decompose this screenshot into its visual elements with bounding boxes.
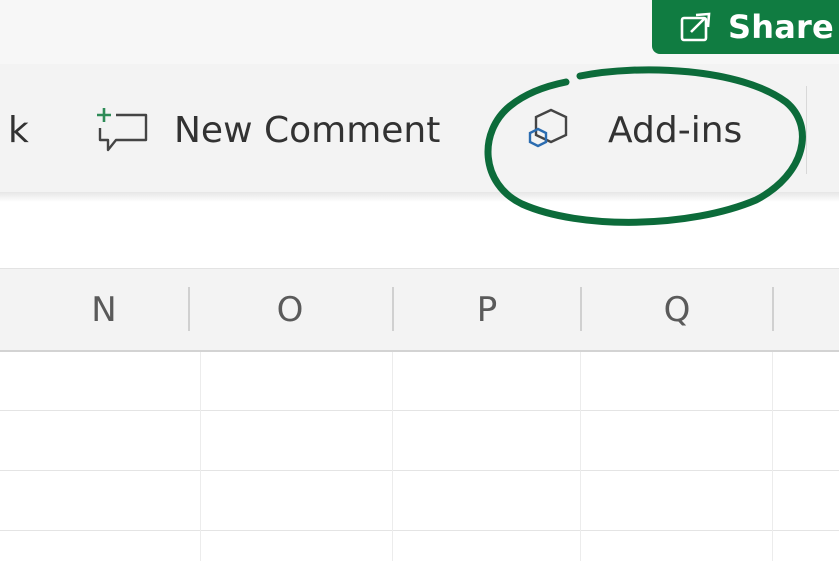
column-header-n[interactable]: N	[20, 269, 188, 351]
row-gridline	[0, 410, 839, 411]
cell-grid[interactable]	[0, 352, 839, 561]
new-comment-icon	[92, 104, 154, 156]
ribbon-shadow	[0, 192, 839, 202]
row-gridline	[0, 470, 839, 471]
ribbon-item-link[interactable]: k	[8, 104, 29, 156]
column-gridline	[392, 352, 393, 561]
column-gridline	[200, 352, 201, 561]
column-header-o[interactable]: O	[190, 269, 390, 351]
column-header-q[interactable]: Q	[582, 269, 772, 351]
addins-label: Add-ins	[608, 109, 743, 151]
ribbon-divider	[806, 86, 807, 174]
new-comment-button[interactable]: New Comment	[92, 104, 440, 156]
share-label: Share	[728, 8, 834, 46]
row-gridline	[0, 530, 839, 531]
column-gridline	[772, 352, 773, 561]
addins-button[interactable]: Add-ins	[524, 104, 742, 156]
column-header-p[interactable]: P	[394, 269, 580, 351]
column-header-row: N O P Q	[0, 268, 839, 352]
share-button[interactable]: Share	[652, 0, 839, 54]
column-gridline	[580, 352, 581, 561]
share-icon	[678, 9, 714, 45]
new-comment-label: New Comment	[174, 109, 441, 151]
ribbon-item-link-label: k	[8, 109, 29, 151]
formula-bar-area	[0, 202, 839, 268]
addins-icon	[524, 104, 580, 156]
excel-window: Share k New Comment Add-ins N O P Q	[0, 0, 839, 561]
column-separator[interactable]	[772, 287, 774, 331]
